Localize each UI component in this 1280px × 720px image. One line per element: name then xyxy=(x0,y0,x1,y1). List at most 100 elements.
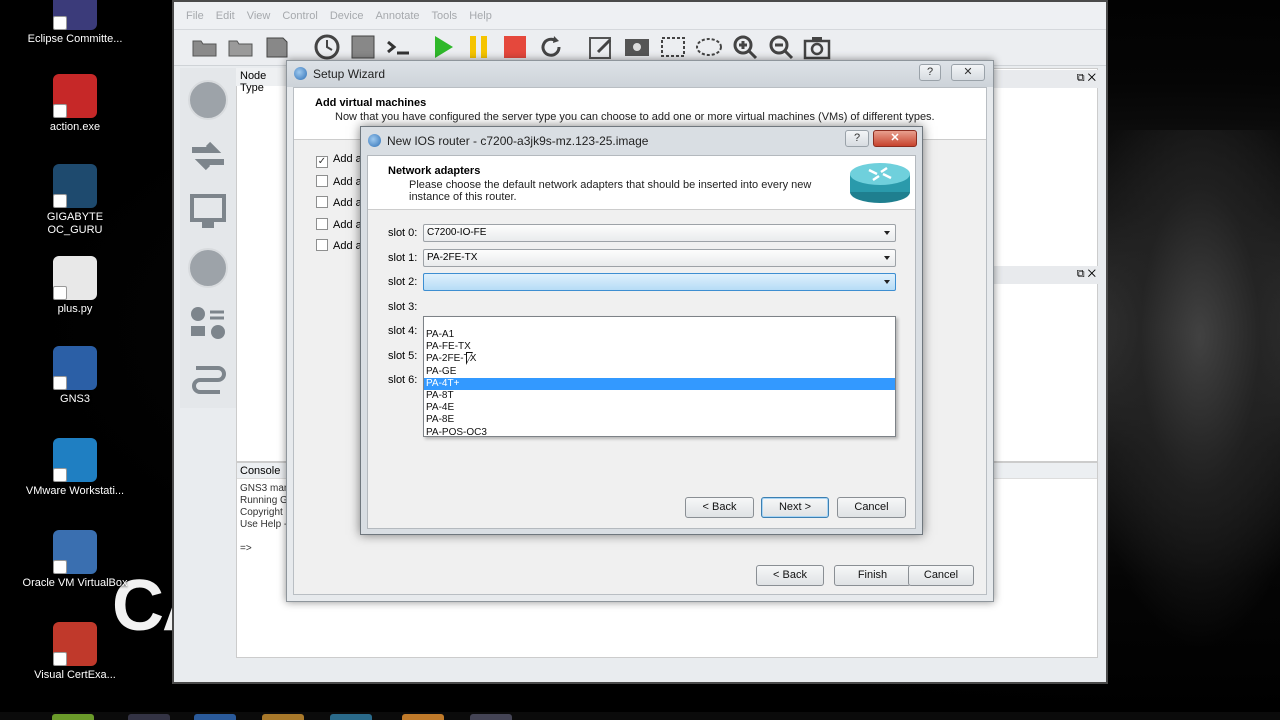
checkbox[interactable] xyxy=(316,239,328,251)
dropdown-option[interactable]: PA-2FE-TX xyxy=(424,353,895,365)
setup-wizard-titlebar: Setup Wizard ? ✕ xyxy=(287,61,993,87)
zoom-in-icon[interactable] xyxy=(730,32,760,62)
finish-button[interactable]: Finish xyxy=(834,565,911,586)
gns3-app-icon xyxy=(368,134,381,147)
menu-annotate[interactable]: Annotate xyxy=(375,10,419,22)
desktop-icon[interactable]: Visual CertExa... xyxy=(20,622,130,682)
dock-float-close-icon[interactable]: ⧉ ✕ xyxy=(1077,72,1096,85)
dropdown-option[interactable]: PA-POS-OC3 xyxy=(424,427,895,439)
slot-3-label: slot 3: xyxy=(388,300,418,313)
back-button[interactable]: < Back xyxy=(756,565,824,586)
cancel-button[interactable]: Cancel xyxy=(837,497,906,518)
desktop-icon-label: VMware Workstati... xyxy=(25,485,125,497)
dropdown-option[interactable]: PA-8E xyxy=(424,414,895,426)
screenshot-camera-icon[interactable] xyxy=(802,32,832,62)
help-button[interactable]: ? xyxy=(919,64,941,81)
desktop-icon-label: Eclipse Committe... xyxy=(27,33,123,45)
routers-category-icon[interactable] xyxy=(188,80,228,120)
all-devices-category-icon[interactable] xyxy=(188,304,228,344)
checkbox[interactable]: ✓ xyxy=(316,156,328,168)
desktop-icon[interactable]: Oracle VM VirtualBox xyxy=(20,530,130,590)
desktop-icon[interactable]: Eclipse Committe... xyxy=(20,0,130,46)
taskbar-item[interactable] xyxy=(402,714,444,720)
close-button[interactable]: ✕ xyxy=(873,130,917,147)
taskbar-item[interactable] xyxy=(52,714,94,720)
draw-rectangle-icon[interactable] xyxy=(658,32,688,62)
back-button[interactable]: < Back xyxy=(685,497,754,518)
open-project-icon[interactable] xyxy=(190,32,220,62)
mouse-cursor xyxy=(466,352,473,365)
taskbar-item[interactable] xyxy=(470,714,512,720)
taskbar-item[interactable] xyxy=(128,714,170,720)
add-link-icon[interactable] xyxy=(188,360,228,400)
add-vm-option[interactable]: ✓ Add a xyxy=(316,153,362,168)
desktop-icon[interactable]: action.exe xyxy=(20,74,130,134)
slot-0-select[interactable]: C7200-IO-FE xyxy=(423,224,896,242)
end-devices-category-icon[interactable] xyxy=(188,192,228,232)
taskbar-item[interactable] xyxy=(194,714,236,720)
switches-category-icon[interactable] xyxy=(188,136,228,176)
start-icon[interactable] xyxy=(428,32,458,62)
pause-icon[interactable] xyxy=(464,32,494,62)
desktop-icon[interactable]: GNS3 xyxy=(20,346,130,406)
checkbox[interactable] xyxy=(316,217,328,230)
cancel-button[interactable]: Cancel xyxy=(908,565,974,586)
python-file-icon xyxy=(53,256,97,300)
menu-help[interactable]: Help xyxy=(469,10,492,22)
add-vm-option[interactable]: Add a xyxy=(316,239,362,253)
help-button[interactable]: ? xyxy=(845,130,869,147)
add-vm-option-label: Add a xyxy=(333,218,362,231)
add-note-icon[interactable] xyxy=(586,32,616,62)
desktop-icon-label: Visual CertExa... xyxy=(34,669,116,681)
dropdown-option[interactable]: PA-FE-TX xyxy=(424,341,895,353)
dropdown-option[interactable]: PA-4E xyxy=(424,402,895,414)
menu-control[interactable]: Control xyxy=(282,10,317,22)
add-vm-option[interactable]: Add a xyxy=(316,174,362,189)
desktop-icon[interactable]: GIGABYTE OC_GURU xyxy=(20,164,130,237)
dock-float-close-icon[interactable]: ⧉ ✕ xyxy=(1077,268,1096,281)
slot-0-label: slot 0: xyxy=(388,227,418,239)
menu-file[interactable]: File xyxy=(186,10,204,22)
desktop-icon[interactable]: plus.py xyxy=(20,256,130,316)
security-devices-category-icon[interactable] xyxy=(188,248,228,288)
checkbox[interactable] xyxy=(316,174,328,187)
add-vm-option[interactable]: Add a xyxy=(316,196,362,210)
insert-image-icon[interactable] xyxy=(622,32,652,62)
save-icon[interactable] xyxy=(262,32,292,62)
wallpaper-figure xyxy=(1080,130,1280,650)
visual-certexam-icon xyxy=(53,622,97,666)
dropdown-option[interactable]: PA-8T xyxy=(424,390,895,402)
gigabyte-icon xyxy=(53,164,97,208)
desktop-icon-label: action.exe xyxy=(49,121,101,133)
menu-edit[interactable]: Edit xyxy=(216,10,235,22)
taskbar-item[interactable] xyxy=(330,714,372,720)
taskbar-item[interactable] xyxy=(262,714,304,720)
dropdown-option[interactable]: PA-GE xyxy=(424,366,895,378)
checkbox[interactable] xyxy=(316,196,328,208)
reload-icon[interactable] xyxy=(536,32,566,62)
slot-2-dropdown-list[interactable]: PA-A1 PA-FE-TX PA-2FE-TX PA-GE PA-4T+ PA-8T PA… xyxy=(423,316,896,439)
zoom-out-icon[interactable] xyxy=(766,32,796,62)
next-button[interactable]: Next > xyxy=(761,497,829,518)
snapshot-clock-icon[interactable] xyxy=(312,32,342,62)
show-interface-icon[interactable] xyxy=(348,32,378,62)
gns3-icon xyxy=(53,346,97,390)
add-vm-option-label: Add a xyxy=(333,197,362,209)
open-folder-icon[interactable] xyxy=(226,32,256,62)
slot-2-label: slot 2: xyxy=(388,276,418,288)
taskbar-strip xyxy=(0,712,1280,720)
desktop-icon[interactable]: VMware Workstati... xyxy=(20,438,130,498)
slot-1-select[interactable]: PA-2FE-TX xyxy=(423,248,896,267)
stop-icon[interactable] xyxy=(500,32,530,62)
dropdown-option[interactable]: PA-4T+ xyxy=(424,377,895,390)
add-vm-option[interactable]: Add a xyxy=(316,217,362,232)
slot-2-select[interactable] xyxy=(423,273,896,291)
draw-ellipse-icon[interactable] xyxy=(694,32,724,62)
menu-view[interactable]: View xyxy=(247,10,271,22)
dropdown-option[interactable]: PA-A1 xyxy=(424,329,895,341)
menu-tools[interactable]: Tools xyxy=(432,10,458,22)
close-button[interactable]: ✕ xyxy=(951,64,985,81)
console-all-icon[interactable] xyxy=(384,32,414,62)
menu-device[interactable]: Device xyxy=(330,10,364,22)
desktop-icon-label: GIGABYTE OC_GURU xyxy=(46,211,104,236)
